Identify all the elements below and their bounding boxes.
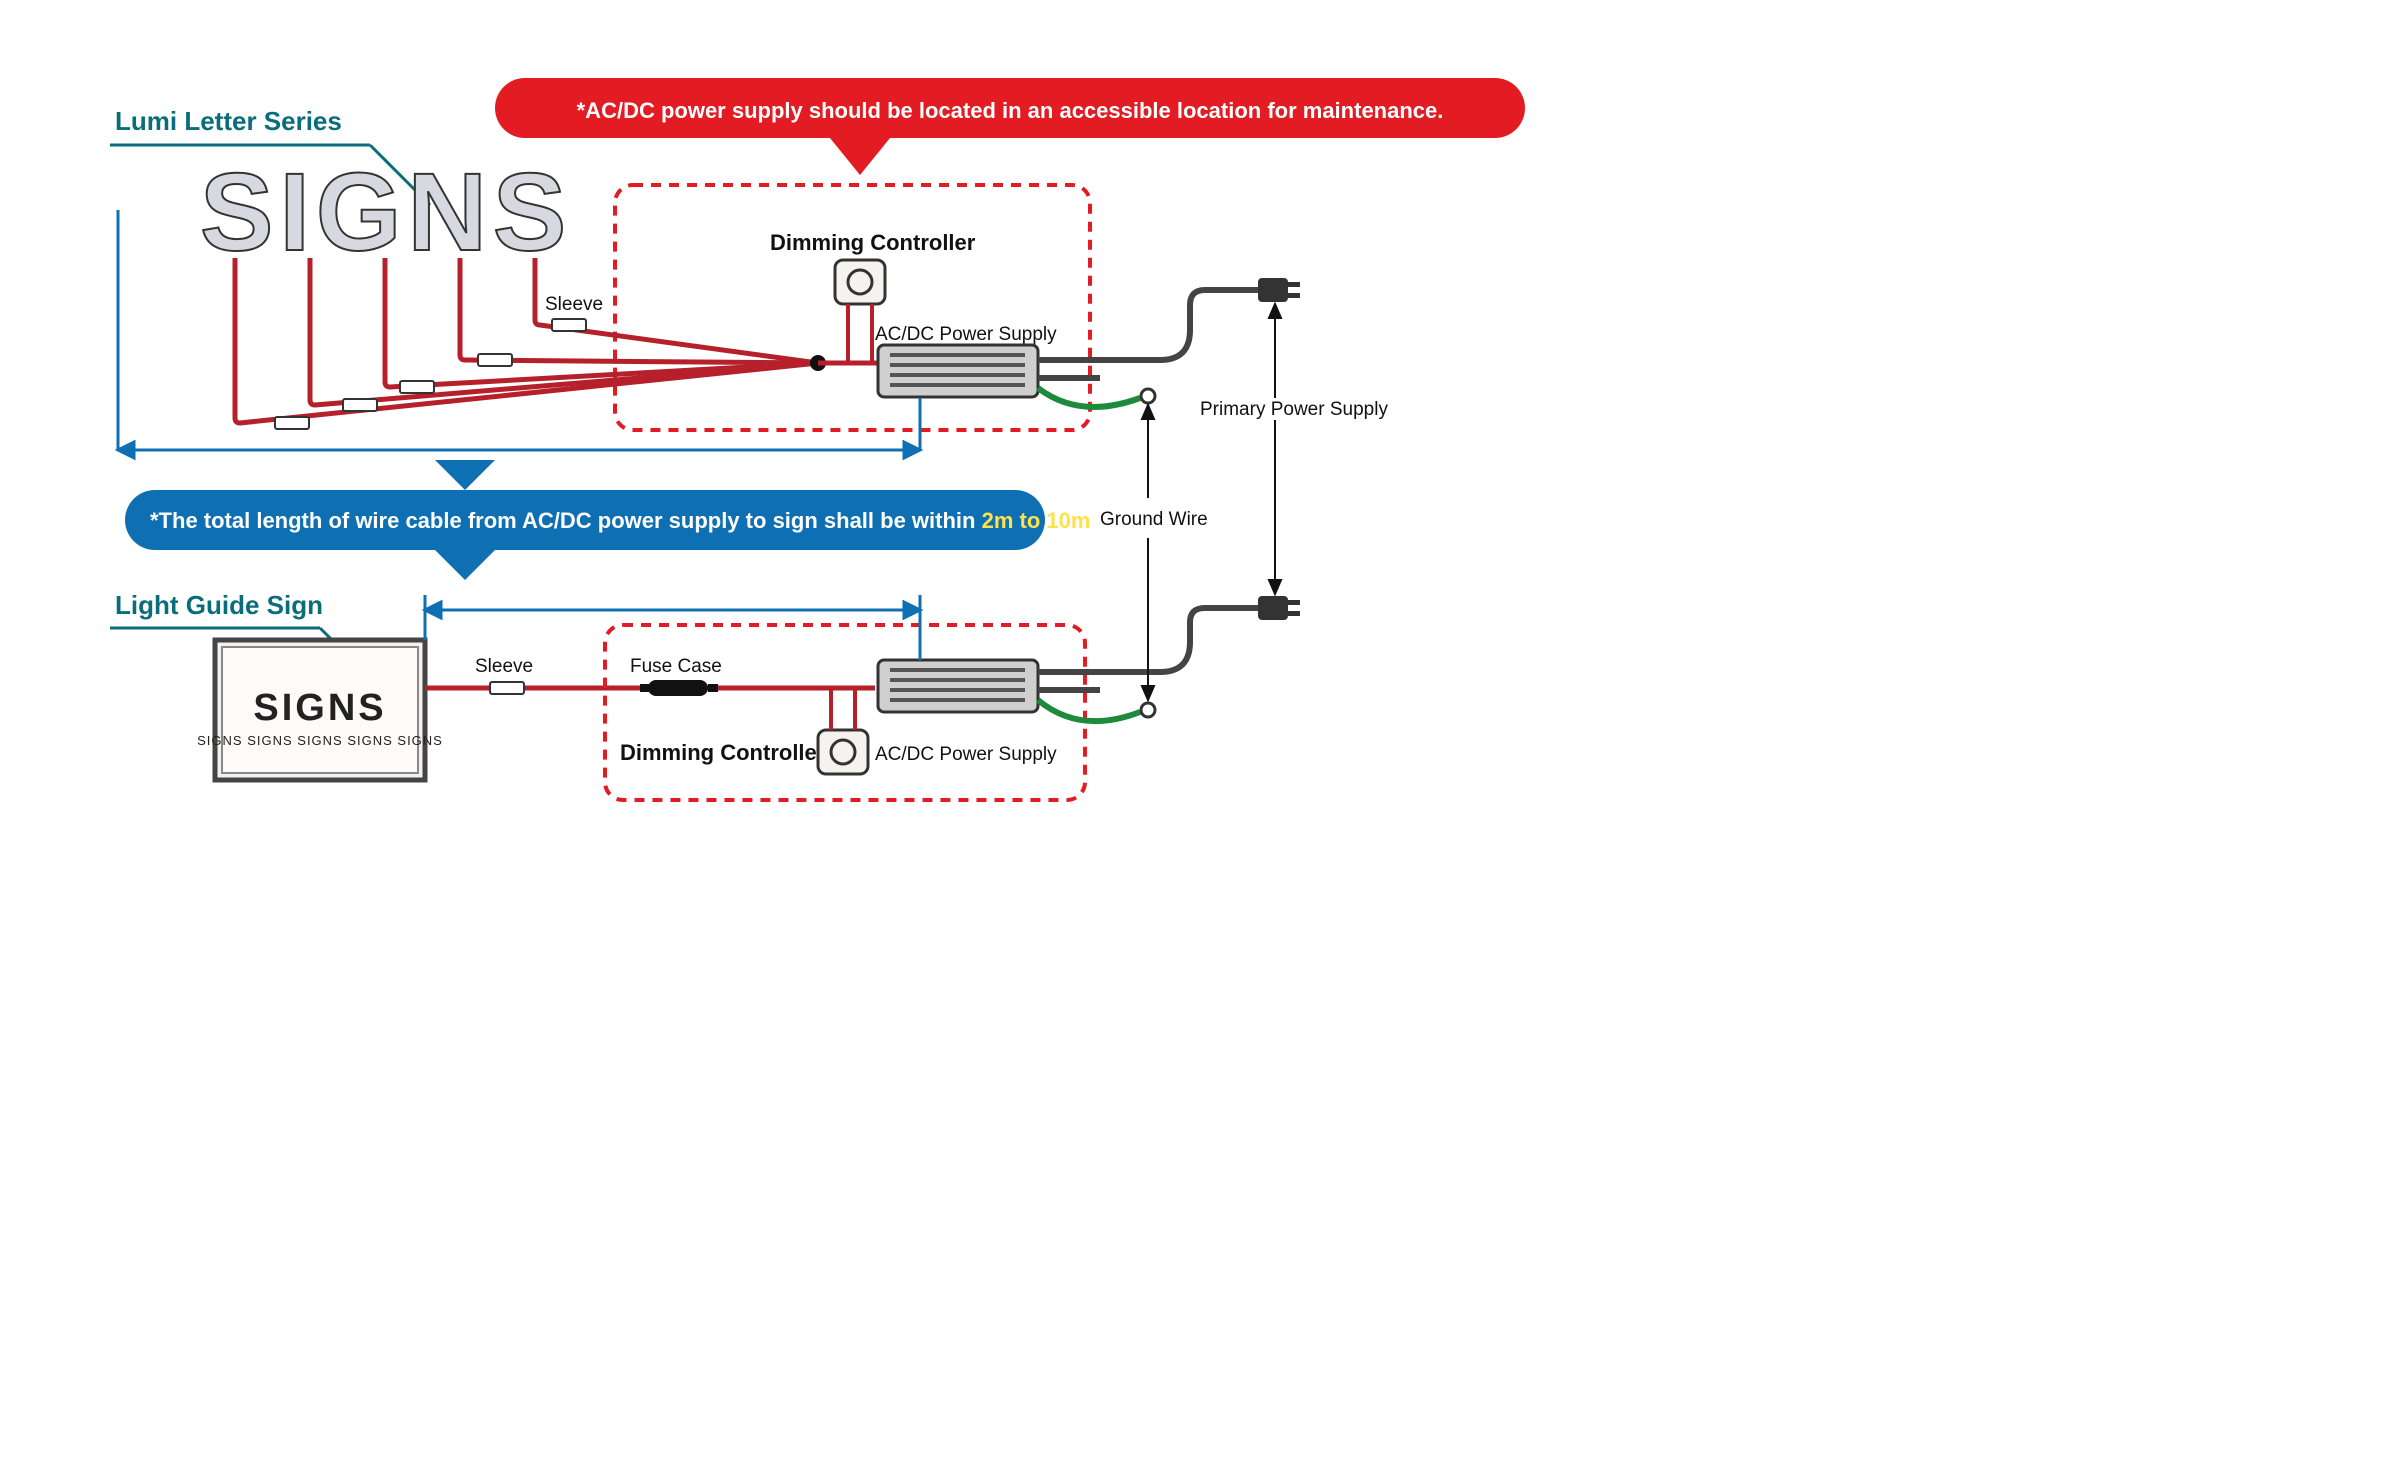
psu-top: AC/DC Power Supply bbox=[875, 324, 1057, 397]
svg-text:*The total length of wire cabl: *The total length of wire cable from AC/… bbox=[150, 508, 1163, 533]
dimmer-bottom: Dimming Controller bbox=[620, 688, 868, 774]
channel-letters: SIGNS bbox=[200, 151, 572, 274]
sleeve-label-bottom: Sleeve bbox=[475, 656, 533, 677]
svg-text:SIGNS SIGNS SIGNS SIGNS SIGNS: SIGNS SIGNS SIGNS SIGNS SIGNS bbox=[197, 733, 443, 748]
sleeve-label-top: Sleeve bbox=[545, 294, 603, 315]
mains-top bbox=[1038, 290, 1260, 378]
svg-text:AC/DC Power Supply: AC/DC Power Supply bbox=[875, 744, 1057, 765]
heading-lumi: Lumi Letter Series bbox=[115, 106, 342, 136]
sign-panel: SIGNS SIGNS SIGNS SIGNS SIGNS SIGNS bbox=[197, 640, 443, 780]
svg-text:Dimming Controller: Dimming Controller bbox=[770, 230, 976, 255]
plug-bottom bbox=[1258, 596, 1300, 620]
psu-bottom: AC/DC Power Supply bbox=[875, 660, 1057, 765]
svg-text:Primary Power Supply: Primary Power Supply bbox=[1200, 399, 1388, 420]
svg-text:Dimming Controller: Dimming Controller bbox=[620, 740, 826, 765]
svg-text:Ground Wire: Ground Wire bbox=[1100, 509, 1208, 530]
right-labels: Primary Power Supply Ground Wire bbox=[1100, 304, 1388, 700]
svg-text:AC/DC Power Supply: AC/DC Power Supply bbox=[875, 324, 1057, 345]
heading-light-guide: Light Guide Sign bbox=[115, 590, 323, 620]
svg-text:Fuse Case: Fuse Case bbox=[630, 656, 722, 677]
svg-text:SIGNS: SIGNS bbox=[253, 687, 386, 729]
dim-bottom bbox=[425, 595, 920, 660]
ground-bottom bbox=[1038, 700, 1140, 721]
callout-red: *AC/DC power supply should be located in… bbox=[495, 78, 1525, 175]
plug-top bbox=[1258, 278, 1300, 302]
red-wires-top bbox=[235, 258, 818, 423]
fuse-case: Fuse Case bbox=[630, 656, 722, 696]
callout-blue: *The total length of wire cable from AC/… bbox=[125, 460, 1163, 580]
svg-text:*AC/DC power supply should be: *AC/DC power supply should be located in… bbox=[577, 98, 1444, 123]
wiring-diagram: Lumi Letter Series *AC/DC power supply s… bbox=[0, 0, 2400, 1464]
